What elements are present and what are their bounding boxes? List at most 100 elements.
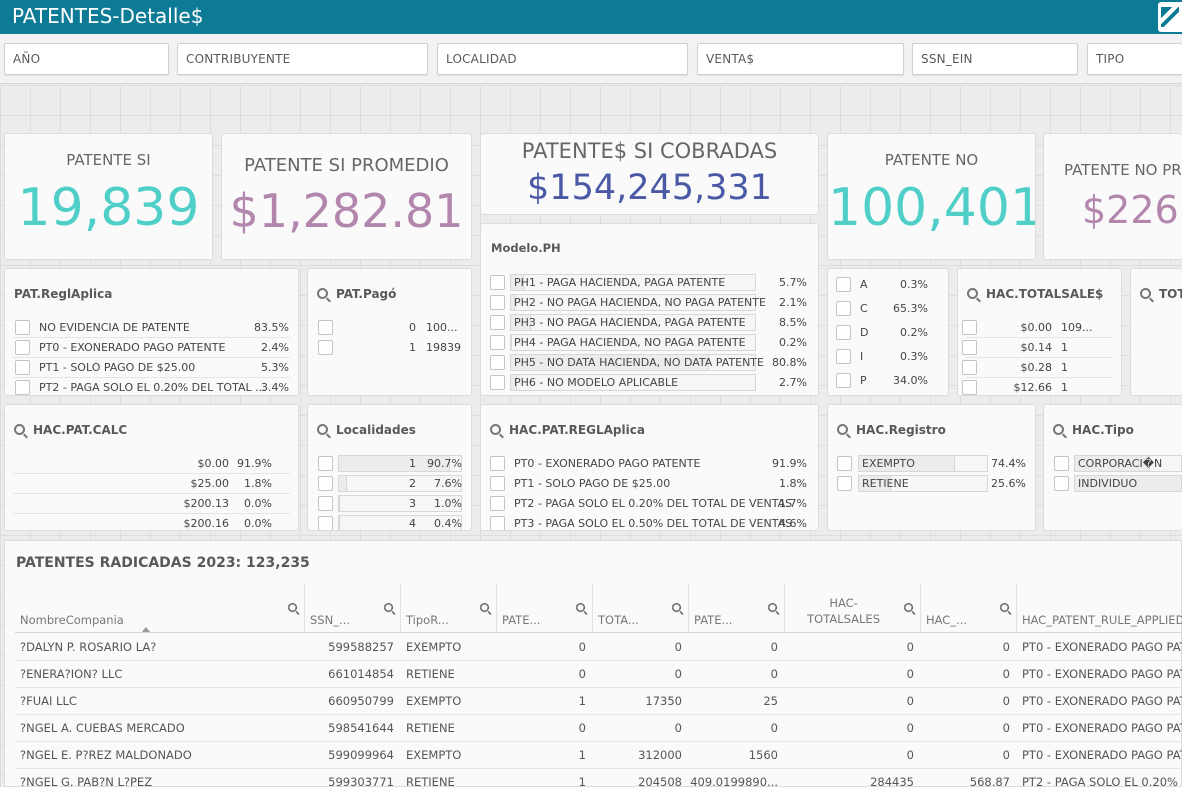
table-cell[interactable]: 0 bbox=[497, 633, 593, 660]
column-header[interactable]: NombreCompania bbox=[15, 583, 305, 633]
search-icon[interactable] bbox=[383, 602, 394, 613]
filter-contribuyente[interactable]: CONTRIBUYENTE bbox=[177, 43, 428, 75]
checkbox[interactable] bbox=[837, 456, 852, 471]
search-icon[interactable] bbox=[671, 602, 682, 613]
table-cell[interactable]: 0 bbox=[785, 714, 921, 741]
list-item[interactable]: $200.13 0.0% bbox=[5, 494, 298, 514]
checkbox[interactable] bbox=[836, 325, 851, 340]
table-cell[interactable]: RETIENE bbox=[401, 714, 497, 741]
table-cell[interactable]: 0 bbox=[921, 660, 1017, 687]
search-icon[interactable] bbox=[767, 602, 778, 613]
table-cell[interactable]: PT0 - EXONERADO PAGO PATENTE bbox=[1017, 660, 1182, 687]
list-item[interactable]: PT0 - EXONERADO PAGO PATENTE 2.4% bbox=[5, 338, 298, 358]
filter-box-hac-tipo[interactable]: HAC.Tipo CORPORACI�N INDIVIDUO bbox=[1043, 404, 1182, 531]
table-cell[interactable]: ?ENERA?ION? LLC bbox=[15, 660, 305, 687]
filter-localidad[interactable]: LOCALIDAD bbox=[437, 43, 688, 75]
table-cell[interactable]: 0 bbox=[785, 633, 921, 660]
checkbox[interactable] bbox=[318, 496, 333, 511]
list-item[interactable]: 4 0.4% bbox=[308, 514, 471, 530]
column-header[interactable]: PATE... bbox=[497, 583, 593, 633]
table-cell[interactable]: ?DALYN P. ROSARIO LA? bbox=[15, 633, 305, 660]
list-item[interactable]: PT0 - EXONERADO PAGO PATENTE 91.9% bbox=[481, 454, 818, 474]
list-item[interactable]: 3 1.0% bbox=[308, 494, 471, 514]
search-icon[interactable] bbox=[317, 288, 328, 299]
table-cell[interactable]: 1 bbox=[497, 768, 593, 787]
checkbox[interactable] bbox=[490, 275, 505, 290]
kpi-patente-no[interactable]: PATENTE NO 100,401 bbox=[827, 133, 1036, 260]
search-icon[interactable] bbox=[575, 602, 586, 613]
table-cell[interactable]: 17350 bbox=[593, 687, 689, 714]
table-cell[interactable]: 599099964 bbox=[305, 741, 401, 768]
checkbox[interactable] bbox=[490, 335, 505, 350]
list-item[interactable]: 0 100... bbox=[308, 318, 471, 338]
search-icon[interactable] bbox=[14, 424, 25, 435]
table-cell[interactable]: 0 bbox=[689, 633, 785, 660]
list-item[interactable]: 1 19839 bbox=[308, 338, 471, 358]
table-cell[interactable]: 25 bbox=[689, 687, 785, 714]
table-cell[interactable]: 0 bbox=[497, 714, 593, 741]
checkbox[interactable] bbox=[490, 295, 505, 310]
table-cell[interactable]: 599588257 bbox=[305, 633, 401, 660]
table-cell[interactable]: PT0 - EXONERADO PAGO PATENTE bbox=[1017, 687, 1182, 714]
table-cell[interactable]: 0 bbox=[497, 660, 593, 687]
search-icon[interactable] bbox=[287, 602, 298, 613]
table-cell[interactable]: 0 bbox=[785, 687, 921, 714]
table-cell[interactable]: 284435 bbox=[785, 768, 921, 787]
table-cell[interactable]: ?NGEL A. CUEBAS MERCADO bbox=[15, 714, 305, 741]
list-item[interactable]: $0.00 109... bbox=[958, 318, 1121, 338]
list-item[interactable]: PT2 - PAGA SOLO EL 0.20% DEL TOTAL ... 3.… bbox=[5, 378, 298, 395]
list-item[interactable]: PT1 - SOLO PAGO DE $25.00 5.3% bbox=[5, 358, 298, 378]
list-item[interactable]: PT3 - PAGA SOLO EL 0.50% DEL TOTAL DE VE… bbox=[481, 514, 818, 530]
search-icon[interactable] bbox=[999, 602, 1010, 613]
checkbox[interactable] bbox=[490, 355, 505, 370]
checkbox[interactable] bbox=[15, 360, 30, 375]
list-item[interactable]: NO EVIDENCIA DE PATENTE 83.5% bbox=[5, 318, 298, 338]
kpi-patente-si-promedio[interactable]: PATENTE SI PROMEDIO $1,282.81 bbox=[221, 133, 472, 260]
search-icon[interactable] bbox=[1053, 424, 1064, 435]
checkbox[interactable] bbox=[318, 476, 333, 491]
filter-box-hac-pat-calc[interactable]: HAC.PAT.CALC $0.00 91.9% $25.00 1.8% $200.13… bbox=[4, 404, 299, 531]
checkbox[interactable] bbox=[318, 340, 333, 355]
list-item[interactable]: PH5 - NO DATA HACIENDA, NO DATA PATENTE 8… bbox=[481, 353, 818, 373]
table-cell[interactable]: 0 bbox=[921, 714, 1017, 741]
table-cell[interactable]: 0 bbox=[921, 633, 1017, 660]
list-item[interactable]: A 0.3% bbox=[828, 275, 948, 295]
list-item[interactable]: $12.66 1 bbox=[958, 378, 1121, 395]
brand-logo-icon[interactable] bbox=[1158, 2, 1182, 32]
checkbox[interactable] bbox=[318, 456, 333, 471]
checkbox[interactable] bbox=[836, 349, 851, 364]
table-cell[interactable]: 568.87 bbox=[921, 768, 1017, 787]
list-item[interactable]: $0.00 91.9% bbox=[5, 454, 298, 474]
checkbox[interactable] bbox=[490, 476, 505, 491]
table-cell[interactable]: ?FUAI LLC bbox=[15, 687, 305, 714]
table-cell[interactable]: RETIENE bbox=[401, 768, 497, 787]
table-cell[interactable]: 0 bbox=[921, 741, 1017, 768]
column-header[interactable]: TOTA... bbox=[593, 583, 689, 633]
search-icon[interactable] bbox=[479, 602, 490, 613]
list-item[interactable]: RETIENE 25.6% bbox=[828, 474, 1035, 494]
table-cell[interactable]: 660950799 bbox=[305, 687, 401, 714]
list-item[interactable]: $0.28 1 bbox=[958, 358, 1121, 378]
table-cell[interactable]: PT0 - EXONERADO PAGO PATENTE bbox=[1017, 633, 1182, 660]
checkbox[interactable] bbox=[318, 516, 333, 530]
checkbox[interactable] bbox=[836, 301, 851, 316]
filter-box-tot[interactable]: TOT bbox=[1130, 268, 1182, 396]
table-cell[interactable]: 0 bbox=[785, 741, 921, 768]
table-cell[interactable]: 1 bbox=[497, 687, 593, 714]
list-item[interactable]: EXEMPTO 74.4% bbox=[828, 454, 1035, 474]
table-cell[interactable]: 0 bbox=[593, 660, 689, 687]
filter-box-pat-reglaplica[interactable]: PAT.ReglAplica NO EVIDENCIA DE PATENTE 83… bbox=[4, 268, 299, 396]
table-cell[interactable]: 204508 bbox=[593, 768, 689, 787]
list-item[interactable]: PT2 - PAGA SOLO EL 0.20% DEL TOTAL DE VE… bbox=[481, 494, 818, 514]
table-cell[interactable]: EXEMPTO bbox=[401, 741, 497, 768]
search-icon[interactable] bbox=[967, 288, 978, 299]
table-cell[interactable]: RETIENE bbox=[401, 660, 497, 687]
list-item[interactable]: PT1 - SOLO PAGO DE $25.00 1.8% bbox=[481, 474, 818, 494]
list-item[interactable]: PH3 - NO PAGA HACIENDA, PAGA PATENTE 8.5% bbox=[481, 313, 818, 333]
list-item[interactable]: PH2 - NO PAGA HACIENDA, NO PAGA PATENTE 2… bbox=[481, 293, 818, 313]
checkbox[interactable] bbox=[490, 375, 505, 390]
table-cell[interactable]: 0 bbox=[593, 633, 689, 660]
table-cell[interactable]: EXEMPTO bbox=[401, 687, 497, 714]
list-item[interactable]: 2 7.6% bbox=[308, 474, 471, 494]
table-cell[interactable]: ?NGEL E. P?REZ MALDONADO bbox=[15, 741, 305, 768]
